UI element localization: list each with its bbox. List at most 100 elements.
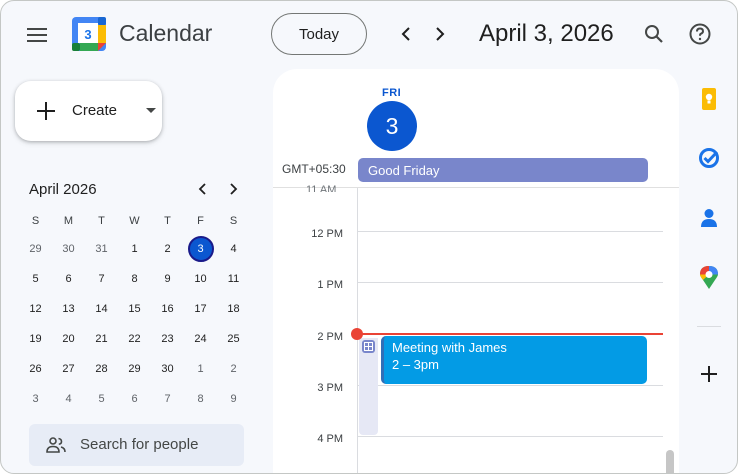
mini-calendar-previous-button[interactable] [193,179,211,199]
mini-calendar-day-number: 9 [230,393,237,405]
mini-calendar-weekday-row: SMTWTFS [19,207,251,235]
next-day-button[interactable] [427,21,453,47]
mini-calendar-day[interactable]: 3 [184,235,217,263]
mini-calendar-day-number: 3 [32,393,39,405]
all-day-event[interactable]: Good Friday [358,158,648,182]
main-menu-button[interactable] [21,19,53,51]
mini-calendar-day[interactable]: 29 [19,235,52,263]
mini-calendar-day[interactable]: 1 [118,235,151,263]
mini-calendar-day[interactable]: 30 [151,355,184,383]
keep-button[interactable] [695,85,723,113]
time-label: 2 PM [317,331,343,343]
search-button[interactable] [639,19,669,49]
maps-icon [700,266,718,289]
mini-calendar-day[interactable]: 12 [19,295,52,323]
mini-calendar-day[interactable]: 14 [85,295,118,323]
mini-calendar-day[interactable]: 18 [217,295,250,323]
mini-calendar-day-number: 10 [194,273,207,285]
maps-button[interactable] [695,264,723,292]
mini-calendar-day[interactable]: 3 [19,385,52,413]
search-icon [645,25,663,43]
mini-calendar-day[interactable]: 4 [217,235,250,263]
mini-calendar-day-number: 18 [227,303,240,315]
mini-calendar-day[interactable]: 25 [217,325,250,353]
mini-calendar-day[interactable]: 5 [85,385,118,413]
help-button[interactable] [685,19,715,49]
mini-calendar-day-number: 31 [95,243,108,255]
mini-calendar-day[interactable]: 16 [151,295,184,323]
chevron-left-icon [401,27,410,41]
day-view-panel: FRI 3 GMT+05:30 Good Friday 11 AM 12 PM … [273,69,679,473]
hour-line [357,282,663,283]
mini-calendar-weekday: W [129,215,140,227]
mini-calendar-day[interactable]: 26 [19,355,52,383]
mini-calendar-day[interactable]: 10 [184,265,217,293]
caret-down-icon[interactable] [146,108,156,114]
mini-calendar-day[interactable]: 9 [151,265,184,293]
mini-calendar-day-number: 19 [29,333,42,345]
mini-calendar-day[interactable]: 9 [217,385,250,413]
mini-calendar-day[interactable]: 8 [184,385,217,413]
mini-calendar-day[interactable]: 31 [85,235,118,263]
mini-calendar-day-number: 2 [230,363,237,375]
mini-calendar-title: April 2026 [29,181,97,198]
mini-calendar-day-number: 23 [161,333,174,345]
mini-calendar-day[interactable]: 4 [52,385,85,413]
mini-calendar-day[interactable]: 20 [52,325,85,353]
people-search-field[interactable]: Search for people [29,424,244,466]
day-number[interactable]: 3 [367,101,417,151]
mini-calendar-day[interactable]: 15 [118,295,151,323]
get-addons-button[interactable] [695,360,723,388]
mini-calendar-day[interactable]: 7 [151,385,184,413]
mini-calendar-day-number: 15 [128,303,141,315]
mini-calendar-day[interactable]: 11 [217,265,250,293]
previous-day-button[interactable] [393,21,419,47]
task-icon[interactable] [362,340,375,353]
tasks-button[interactable] [695,144,723,172]
hour-line [357,231,663,232]
mini-calendar-day[interactable]: 17 [184,295,217,323]
mini-calendar-day-number: 13 [62,303,75,315]
mini-calendar-day[interactable]: 5 [19,265,52,293]
mini-calendar-day[interactable]: 29 [118,355,151,383]
time-label: 1 PM [317,279,343,291]
mini-calendar-day[interactable]: 2 [151,235,184,263]
mini-calendar-day-number: 21 [95,333,108,345]
time-label: 3 PM [317,382,343,394]
current-time-dot [351,328,363,340]
mini-calendar-day[interactable]: 30 [52,235,85,263]
mini-calendar-day[interactable]: 7 [85,265,118,293]
mini-calendar-day[interactable]: 23 [151,325,184,353]
mini-calendar-day-number: 8 [131,273,138,285]
mini-calendar-day[interactable]: 2 [217,355,250,383]
event-meeting-with-james[interactable]: Meeting with James 2 – 3pm [381,336,647,384]
mini-calendar-day[interactable]: 24 [184,325,217,353]
mini-calendar-day-number: 27 [62,363,75,375]
time-grid[interactable]: 11 AM 12 PM 1 PM 2 PM 3 PM 4 PM Meeting … [273,184,679,473]
mini-calendar-day-number: 1 [131,243,138,255]
mini-calendar-day[interactable]: 21 [85,325,118,353]
mini-calendar-day-number: 1 [197,363,204,375]
mini-calendar-day[interactable]: 1 [184,355,217,383]
day-of-week: FRI [382,87,402,99]
mini-calendar-day[interactable]: 8 [118,265,151,293]
mini-calendar-day[interactable]: 19 [19,325,52,353]
mini-calendar-weekday: S [31,215,40,227]
people-icon [46,437,66,453]
create-button[interactable]: Create [15,81,162,141]
mini-calendar-day[interactable]: 6 [118,385,151,413]
mini-calendar-day[interactable]: 6 [52,265,85,293]
mini-calendar-next-button[interactable] [225,179,243,199]
mini-calendar-day[interactable]: 28 [85,355,118,383]
mini-calendar-day[interactable]: 22 [118,325,151,353]
mini-calendar-day[interactable]: 27 [52,355,85,383]
create-label: Create [72,102,118,119]
side-rail-divider [697,326,721,327]
scrollbar-thumb[interactable] [666,450,674,473]
mini-calendar-day-number: 4 [65,393,72,405]
mini-calendar-day-number: 26 [29,363,42,375]
mini-calendar-weekday: S [229,215,238,227]
contacts-button[interactable] [695,204,723,232]
mini-calendar-day[interactable]: 13 [52,295,85,323]
today-button[interactable]: Today [271,13,367,55]
